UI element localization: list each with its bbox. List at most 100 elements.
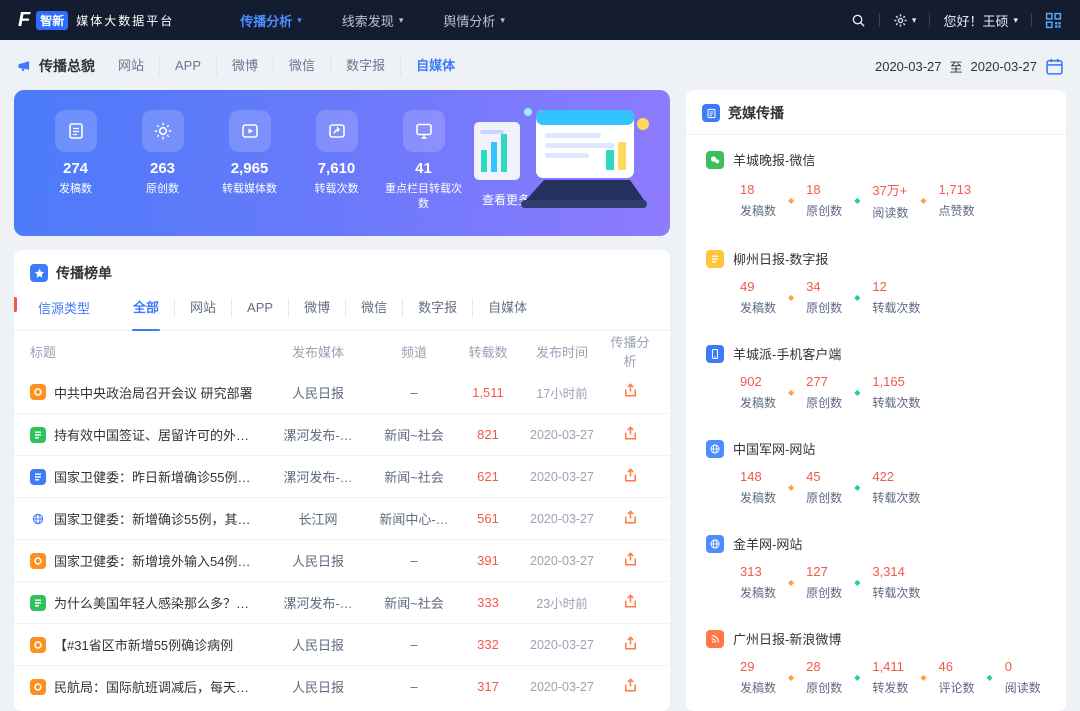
competitor-name[interactable]: 中国军网-网站 — [733, 439, 815, 458]
date-range-picker[interactable]: 2020-03-27 至 2020-03-27 — [875, 57, 1064, 76]
divider — [879, 13, 880, 27]
stat-block: 18 原创数 — [806, 182, 842, 219]
channel-cell: 新闻中心-… — [370, 509, 458, 528]
analysis-cell — [606, 382, 654, 402]
competitor-name[interactable]: 柳州日报-数字报 — [733, 249, 828, 268]
analysis-cell — [606, 677, 654, 697]
article-title[interactable]: 国家卫健委：新增确诊55例，其… — [54, 509, 250, 528]
diamond-icon: ◆ — [788, 294, 794, 302]
search-icon[interactable] — [851, 13, 866, 28]
stat-block: 34原创数 — [806, 279, 842, 316]
stat-label: 原创数 — [806, 202, 842, 219]
col-repost-count: 转载数 — [458, 342, 518, 361]
share-analysis-icon[interactable] — [622, 551, 639, 568]
section-tabbar: 传播总貌 网站APP微博微信数字报自媒体 2020-03-27 至 2020-0… — [0, 40, 1080, 90]
analysis-cell — [606, 509, 654, 529]
divider — [929, 13, 930, 27]
qr-code-icon[interactable] — [1045, 12, 1062, 29]
article-title[interactable]: 【#31省区市新增55例确诊病例 — [54, 635, 233, 654]
media-type-tab[interactable]: 微信 — [273, 57, 330, 75]
article-title[interactable]: 持有效中国签证、居留许可的外… — [54, 425, 249, 444]
diamond-icon: ◆ — [854, 484, 860, 492]
media-type-tab[interactable]: 自媒体 — [400, 57, 470, 75]
article-title[interactable]: 为什么美国年轻人感染那么多？… — [54, 593, 249, 612]
competitor-item: 羊城派-手机客户端902发稿数◆277原创数◆1,165转载次数 — [686, 329, 1066, 424]
competitor-name-row: 中国军网-网站 — [706, 439, 1046, 458]
play-icon — [229, 110, 271, 152]
share-analysis-icon[interactable] — [622, 593, 639, 610]
share-analysis-icon[interactable] — [622, 635, 639, 652]
user-greeting[interactable]: 您好！王硕 ▾ — [943, 11, 1018, 30]
media-cell: 漯河发布-… — [266, 467, 370, 486]
nav-item[interactable]: 舆情分析▾ — [423, 0, 525, 40]
analysis-cell — [606, 635, 654, 655]
stat-block: 1,713 点赞数 — [939, 182, 975, 219]
media-cell: 长江网 — [266, 509, 370, 528]
banner-stat: 41重点栏目转载次数 — [380, 110, 467, 213]
competitor-list: 羊城晚报-微信 18 发稿数 ◆ 18 原创数 ◆ 37万+阅读数 ◆ 1,713 点赞数柳州日报-… — [686, 135, 1066, 709]
stat-label: 发稿数 — [740, 679, 776, 696]
share-analysis-icon[interactable] — [622, 382, 639, 399]
stat-label: 发稿数 — [740, 299, 776, 316]
stat-label: 发稿数 — [32, 182, 119, 197]
calendar-icon[interactable] — [1045, 57, 1064, 76]
share-analysis-icon[interactable] — [622, 425, 639, 442]
competitor-name[interactable]: 金羊网-网站 — [733, 534, 802, 553]
stat-value: 18 — [806, 182, 842, 197]
competitor-name[interactable]: 广州日报-新浪微博 — [733, 629, 841, 648]
megaphone-icon — [16, 58, 32, 74]
competitor-item: 金羊网-网站313发稿数◆127原创数◆3,314转载次数 — [686, 519, 1066, 614]
channel-cell: – — [370, 679, 458, 694]
media-type-tab[interactable]: 微博 — [216, 57, 273, 75]
stat-value: 1,713 — [939, 182, 975, 197]
share-analysis-icon[interactable] — [622, 677, 639, 694]
article-title[interactable]: 中共中央政治局召开会议 研究部署 — [54, 383, 253, 402]
filter-tab[interactable]: APP — [231, 299, 288, 317]
chevron-down-icon: ▾ — [912, 16, 917, 25]
competitor-card: 竞媒传播 羊城晚报-微信 18 发稿数 ◆ 18 原创数 ◆ 37万+阅读数 ◆ 1,713 点赞数… — [686, 90, 1066, 711]
filter-tab[interactable]: 全部 — [118, 299, 174, 317]
diamond-icon: ◆ — [920, 674, 926, 682]
stat-block: 37万+阅读数 — [872, 180, 908, 221]
col-media: 发布媒体 — [266, 342, 370, 361]
stat-label: 重点栏目转载次数 — [380, 182, 467, 213]
article-title[interactable]: 民航局：国际航班调减后，每天… — [54, 677, 249, 696]
article-title[interactable]: 国家卫健委：新增境外输入54例… — [54, 551, 250, 570]
filter-tab[interactable]: 微博 — [288, 299, 345, 317]
stat-label: 点赞数 — [939, 202, 975, 219]
filter-tab[interactable]: 数字报 — [402, 299, 472, 317]
media-type-tab[interactable]: 网站 — [103, 57, 159, 75]
diamond-icon: ◆ — [987, 674, 993, 682]
chevron-down-icon: ▾ — [297, 16, 302, 25]
competitor-card-title: 竞媒传播 — [728, 103, 784, 123]
share-analysis-icon[interactable] — [622, 509, 639, 526]
competitor-name-row: 羊城晚报-微信 — [706, 150, 1046, 169]
stat-label: 原创数 — [806, 299, 842, 316]
tab-overview[interactable]: 传播总貌 — [16, 56, 95, 76]
channel-cell: – — [370, 385, 458, 400]
diamond-icon: ◆ — [854, 294, 860, 302]
repost-count: 333 — [458, 595, 518, 610]
competitor-name[interactable]: 羊城派-手机客户端 — [733, 344, 841, 363]
publish-time: 2020-03-27 — [518, 428, 606, 442]
nav-item[interactable]: 线索发现▾ — [322, 0, 424, 40]
media-type-tab[interactable]: 数字报 — [330, 57, 400, 75]
publish-time: 2020-03-27 — [518, 512, 606, 526]
article-title[interactable]: 国家卫健委：昨日新增确诊55例… — [54, 467, 250, 486]
banner-stat: 7,610转载次数 — [293, 110, 380, 213]
app-logo[interactable]: F 智新 媒体大数据平台 — [18, 10, 174, 30]
media-cell: 漯河发布-… — [266, 425, 370, 444]
filter-tab[interactable]: 网站 — [174, 299, 231, 317]
competitor-name[interactable]: 羊城晚报-微信 — [733, 150, 815, 169]
filter-tab[interactable]: 自媒体 — [472, 299, 542, 317]
ranking-card-title: 传播榜单 — [56, 263, 112, 283]
filter-tab[interactable]: 微信 — [345, 299, 402, 317]
stat-value: 28 — [806, 659, 842, 674]
table-row: 中共中央政治局召开会议 研究部署人民日报–1,51117小时前 — [14, 371, 670, 413]
competitor-stats: 49发稿数◆34原创数◆12转载次数 — [740, 279, 1046, 316]
media-type-tab[interactable]: APP — [159, 57, 216, 75]
nav-item[interactable]: 传播分析▾ — [220, 0, 322, 40]
settings-gear-icon[interactable]: ▾ — [893, 13, 917, 28]
share-analysis-icon[interactable] — [622, 467, 639, 484]
stat-label: 阅读数 — [872, 204, 908, 221]
